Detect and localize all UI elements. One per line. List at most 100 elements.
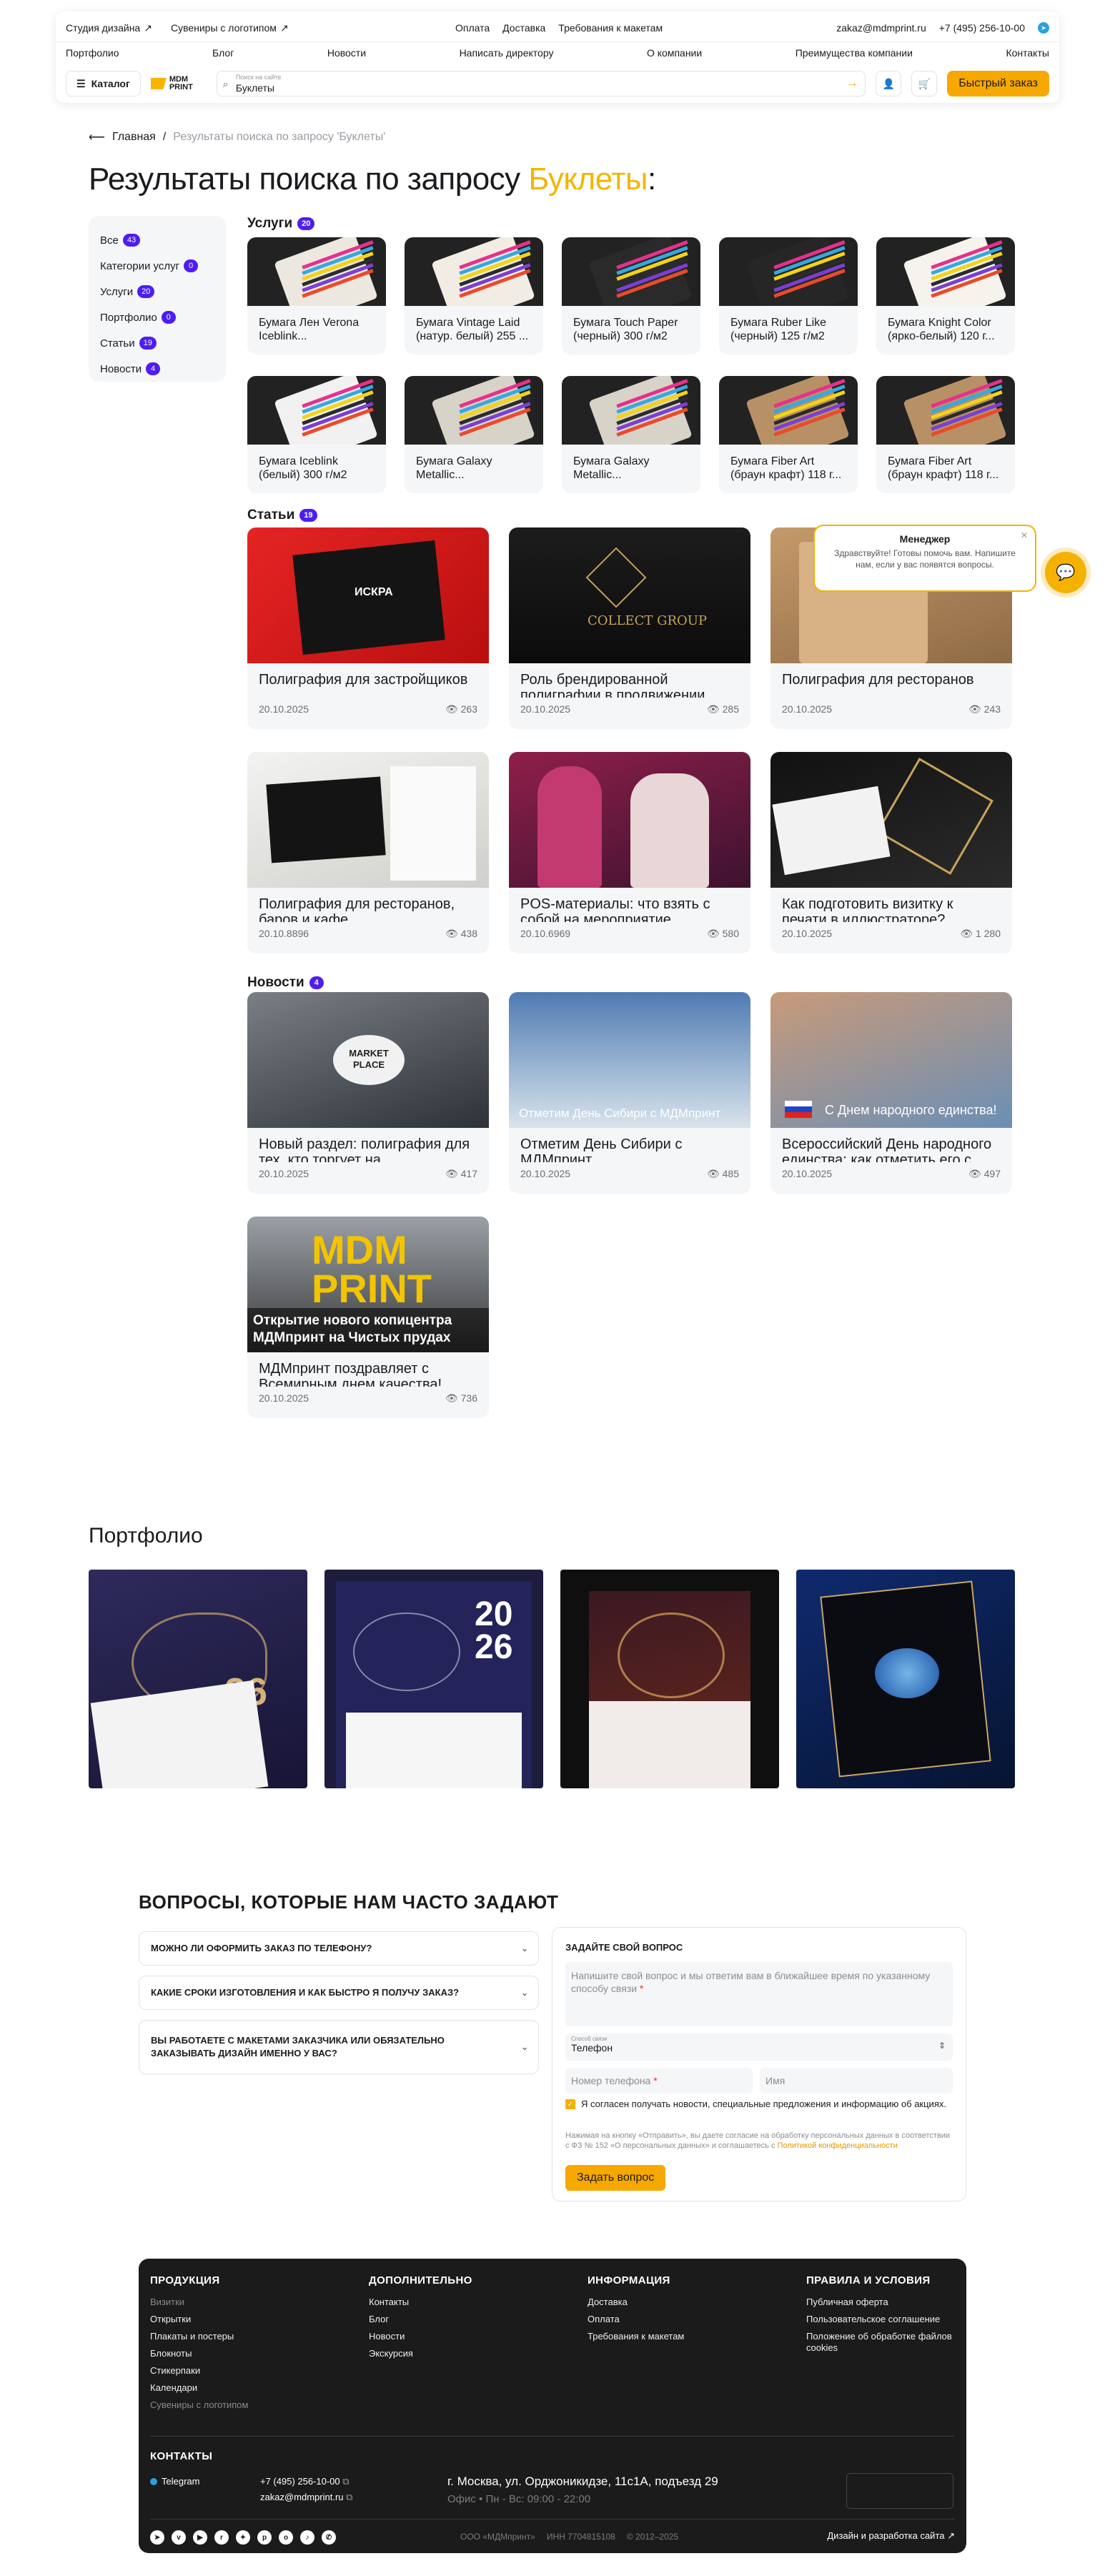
quick-order-button[interactable]: Быстрый заказ <box>947 71 1049 96</box>
service-card[interactable]: Бумага Fiber Art (браун крафт) 118 г... <box>719 376 858 493</box>
news-card[interactable]: С Днем народного единства! Всероссийский … <box>770 992 1012 1194</box>
nav-contacts[interactable]: Контакты <box>1006 47 1049 63</box>
service-card[interactable]: Бумага Vintage Laid (натур. белый) 255 .… <box>405 237 543 355</box>
footer-link[interactable]: Плакаты и постеры <box>150 2331 248 2342</box>
delivery-link[interactable]: Доставка <box>502 22 545 34</box>
consent-checkbox[interactable]: ✓ <box>565 2099 575 2109</box>
filter-item[interactable]: Категории услуг 0 <box>100 253 214 279</box>
question-textarea[interactable]: Напишите свой вопрос и мы ответим вам в … <box>565 1962 953 2026</box>
service-card[interactable]: Бумага Ruber Like (черный) 125 г/м2 <box>719 237 858 355</box>
telegram-icon[interactable]: ➤ <box>1038 22 1049 34</box>
requirements-link[interactable]: Требования к макетам <box>558 22 663 34</box>
service-card[interactable]: Бумага Galaxy Metallic... <box>405 376 543 493</box>
contact-method-select[interactable]: Способ связи Телефон ⇕ <box>565 2033 953 2061</box>
footer-col-rules: ПРАВИЛА И УСЛОВИЯ Публичная оферта Польз… <box>806 2274 956 2360</box>
footer-link[interactable]: Новости <box>369 2331 472 2342</box>
copy-icon[interactable]: ⧉ <box>342 2476 349 2487</box>
news-card[interactable]: MARKET PLACE Новый раздел: полиграфия для… <box>247 992 489 1194</box>
back-arrow-icon[interactable]: ⟵ <box>89 130 105 144</box>
footer-email[interactable]: zakaz@mdmprint.ru ⧉ <box>260 2492 352 2503</box>
phone-field[interactable]: Номер телефона * <box>565 2068 753 2094</box>
footer-link[interactable]: Открытки <box>150 2314 248 2324</box>
footer-link[interactable]: Положение об обработке файлов cookies <box>806 2331 956 2354</box>
catalog-button[interactable]: ☰ Каталог <box>66 71 141 96</box>
news-card[interactable]: Отметим День Сибири с МДМпринт Отметим Де… <box>509 992 750 1194</box>
submit-question-button[interactable]: Задать вопрос <box>565 2165 666 2191</box>
footer-link[interactable]: Публичная оферта <box>806 2297 956 2307</box>
footer-link[interactable]: Пользовательское соглашение <box>806 2314 956 2324</box>
chat-popup[interactable]: ✕ Менеджер Здравствуйте! Готовы помочь в… <box>813 525 1036 592</box>
article-card[interactable]: ИСКРА Полиграфия для застройщиков 20.10.20… <box>247 527 489 729</box>
article-card[interactable]: Полиграфия для ресторанов, баров и кафе 2… <box>247 752 489 953</box>
footer-link[interactable]: Визитки <box>150 2297 248 2307</box>
service-card[interactable]: Бумага Лен Verona Iceblink... <box>247 237 386 355</box>
map-widget[interactable] <box>846 2473 953 2509</box>
footer-link[interactable]: Блог <box>369 2314 472 2324</box>
filter-item[interactable]: Услуги 20 <box>100 279 214 304</box>
footer-telegram[interactable]: Telegram <box>150 2476 199 2487</box>
service-card[interactable]: Бумага Touch Paper (черный) 300 г/м2 <box>562 237 700 355</box>
ok-icon[interactable]: о <box>279 2530 293 2545</box>
breadcrumb-home[interactable]: Главная <box>112 131 156 144</box>
telegram-icon[interactable]: ➤ <box>150 2530 164 2545</box>
faq-item[interactable]: ВЫ РАБОТАЕТЕ С МАКЕТАМИ ЗАКАЗЧИКА ИЛИ ОБ… <box>139 2020 539 2074</box>
nav-blog[interactable]: Блог <box>212 47 234 63</box>
footer-link[interactable]: Экскурсия <box>369 2348 472 2359</box>
filter-item[interactable]: Новости 4 <box>100 356 214 382</box>
filter-item[interactable]: Статьи 19 <box>100 330 214 356</box>
name-field[interactable]: Имя <box>760 2068 953 2094</box>
news-card[interactable]: MDM PRINT Открытие нового копицентра МДМпр… <box>247 1217 489 1418</box>
whatsapp-icon[interactable]: ✆ <box>322 2530 336 2545</box>
nav-news[interactable]: Новости <box>327 47 366 63</box>
copy-icon[interactable]: ⧉ <box>346 2492 352 2502</box>
portfolio-item[interactable]: 20 26 <box>324 1570 543 1788</box>
search-submit-icon[interactable]: → <box>846 77 858 90</box>
portfolio-item[interactable] <box>796 1570 1015 1788</box>
site-logo[interactable]: MDM PRINT <box>150 71 207 96</box>
footer-link[interactable]: Стикерпаки <box>150 2365 248 2376</box>
developer-link[interactable]: Дизайн и разработка сайта ↗ <box>827 2530 955 2542</box>
footer-link[interactable]: Требования к макетам <box>588 2331 684 2342</box>
chat-bubble-icon[interactable]: 💬 <box>1045 552 1086 593</box>
footer-phone[interactable]: +7 (495) 256-10-00 ⧉ <box>260 2476 350 2487</box>
portfolio-item[interactable]: 26 <box>89 1570 307 1788</box>
portfolio-item[interactable] <box>560 1570 779 1788</box>
footer-link[interactable]: Блокноты <box>150 2348 248 2359</box>
footer-link[interactable]: Оплата <box>588 2314 684 2324</box>
pinterest-icon[interactable]: p <box>257 2530 272 2545</box>
header-phone[interactable]: +7 (495) 256-10-00 <box>939 22 1025 34</box>
souvenirs-link[interactable]: Сувениры с логотипом ↗ <box>171 22 289 34</box>
footer-link[interactable]: Сувениры с логотипом <box>150 2399 248 2410</box>
article-card[interactable]: POS-материалы: что взять с собой на меро… <box>509 752 750 953</box>
close-icon[interactable]: ✕ <box>1021 530 1028 540</box>
dzen-icon[interactable]: ✦ <box>236 2530 250 2545</box>
nav-write-director[interactable]: Написать директору <box>460 47 554 63</box>
nav-about[interactable]: О компании <box>647 47 702 63</box>
faq-item[interactable]: КАКИЕ СРОКИ ИЗГОТОВЛЕНИЯ И КАК БЫСТРО Я … <box>139 1976 539 2010</box>
search-input[interactable]: ⌕ Поиск на сайте Буклеты → <box>216 71 866 96</box>
filter-item[interactable]: Все 43 <box>100 227 214 253</box>
footer-link[interactable]: Доставка <box>588 2297 684 2307</box>
faq-item[interactable]: МОЖНО ЛИ ОФОРМИТЬ ЗАКАЗ ПО ТЕЛЕФОНУ? ⌄ <box>139 1931 539 1966</box>
youtube-icon[interactable]: ▶ <box>193 2530 207 2545</box>
filter-item[interactable]: Портфолио 0 <box>100 304 214 330</box>
cart-icon[interactable]: 🛒 <box>911 71 938 96</box>
service-card[interactable]: Бумага Iceblink (белый) 300 г/м2 <box>247 376 386 493</box>
vk-icon[interactable]: v <box>172 2530 186 2545</box>
service-card[interactable]: Бумага Fiber Art (браун крафт) 118 г... <box>876 376 1015 493</box>
article-card[interactable]: COLLECT GROUP Роль брендированной полигра… <box>509 527 750 729</box>
nav-advantages[interactable]: Преимущества компании <box>796 47 913 63</box>
footer-link[interactable]: Контакты <box>369 2297 472 2307</box>
header-email[interactable]: zakaz@mdmprint.ru <box>836 22 926 34</box>
tiktok-icon[interactable]: ♪ <box>300 2530 314 2545</box>
account-icon[interactable]: 👤 <box>876 71 902 96</box>
rutube-icon[interactable]: r <box>214 2530 229 2545</box>
payment-link[interactable]: Оплата <box>455 22 490 34</box>
footer-link[interactable]: Календари <box>150 2382 248 2393</box>
privacy-policy-link[interactable]: Политикой конфиденциальности <box>778 2141 898 2150</box>
design-studio-link[interactable]: Студия дизайна ↗ <box>66 22 152 34</box>
service-card[interactable]: Бумага Galaxy Metallic... <box>562 376 700 493</box>
article-card[interactable]: Как подготовить визитку к печати в иллюс… <box>770 752 1012 953</box>
service-card[interactable]: Бумага Knight Color (ярко-белый) 120 г..… <box>876 237 1015 355</box>
nav-portfolio[interactable]: Портфолио <box>66 47 119 63</box>
